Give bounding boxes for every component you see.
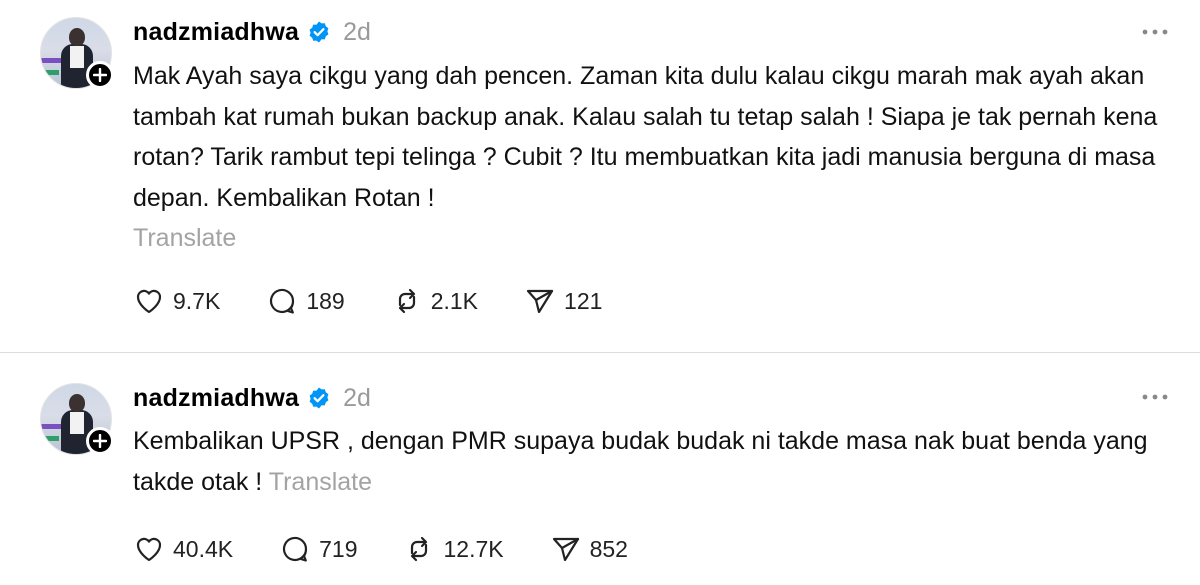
send-icon <box>552 537 579 562</box>
translate-link[interactable]: Translate <box>269 468 372 496</box>
share-count: 852 <box>589 535 628 562</box>
follow-plus-icon[interactable] <box>86 427 114 455</box>
action-bar: 9.7K 189 2.1K 121 <box>133 285 648 317</box>
share-button[interactable]: 852 <box>550 533 628 565</box>
like-button[interactable]: 9.7K <box>133 285 220 317</box>
post-time: 2d <box>343 17 371 46</box>
comment-bubble-icon <box>283 536 308 562</box>
reply-count: 189 <box>306 287 345 314</box>
repost-icon <box>411 536 428 562</box>
verified-badge-icon <box>309 387 329 409</box>
reply-count: 719 <box>319 535 358 562</box>
repost-count: 12.7K <box>443 535 504 562</box>
action-bar: 40.4K 719 12.7K 852 <box>133 533 674 565</box>
more-horizontal-icon[interactable] <box>1140 391 1170 403</box>
share-button[interactable]: 121 <box>524 285 602 317</box>
send-icon <box>526 289 554 314</box>
reply-button[interactable]: 719 <box>279 533 357 565</box>
like-button[interactable]: 40.4K <box>133 533 233 565</box>
repost-icon <box>398 288 415 314</box>
heart-icon <box>136 537 162 562</box>
comment-bubble-icon <box>270 288 295 314</box>
thread-post-1: nadzmiadhwa 2d Mak Ayah saya cikgu yang … <box>0 0 1200 352</box>
avatar-container[interactable] <box>40 17 114 89</box>
reply-button[interactable]: 189 <box>266 285 345 317</box>
like-count: 40.4K <box>173 535 234 562</box>
share-count: 121 <box>564 287 603 314</box>
heart-icon <box>136 289 162 314</box>
more-horizontal-icon[interactable] <box>1140 26 1170 38</box>
post-header: nadzmiadhwa 2d <box>133 14 371 50</box>
post-text: Mak Ayah saya cikgu yang dah pencen. Zam… <box>133 62 1158 212</box>
username[interactable]: nadzmiadhwa <box>133 18 299 47</box>
like-count: 9.7K <box>173 287 221 314</box>
avatar-container[interactable] <box>40 383 114 455</box>
post-body: Kembalikan UPSR , dengan PMR supaya buda… <box>133 421 1173 502</box>
translate-link[interactable]: Translate <box>133 224 236 252</box>
verified-badge-icon <box>309 21 329 43</box>
repost-button[interactable]: 12.7K <box>403 533 504 565</box>
post-time: 2d <box>343 383 371 412</box>
repost-button[interactable]: 2.1K <box>391 285 478 317</box>
post-header: nadzmiadhwa 2d <box>133 380 371 416</box>
repost-count: 2.1K <box>430 287 479 314</box>
post-body: Mak Ayah saya cikgu yang dah pencen. Zam… <box>133 56 1173 259</box>
username[interactable]: nadzmiadhwa <box>133 384 299 413</box>
follow-plus-icon[interactable] <box>86 61 114 89</box>
thread-post-2: nadzmiadhwa 2d Kembalikan UPSR , dengan … <box>0 353 1200 585</box>
